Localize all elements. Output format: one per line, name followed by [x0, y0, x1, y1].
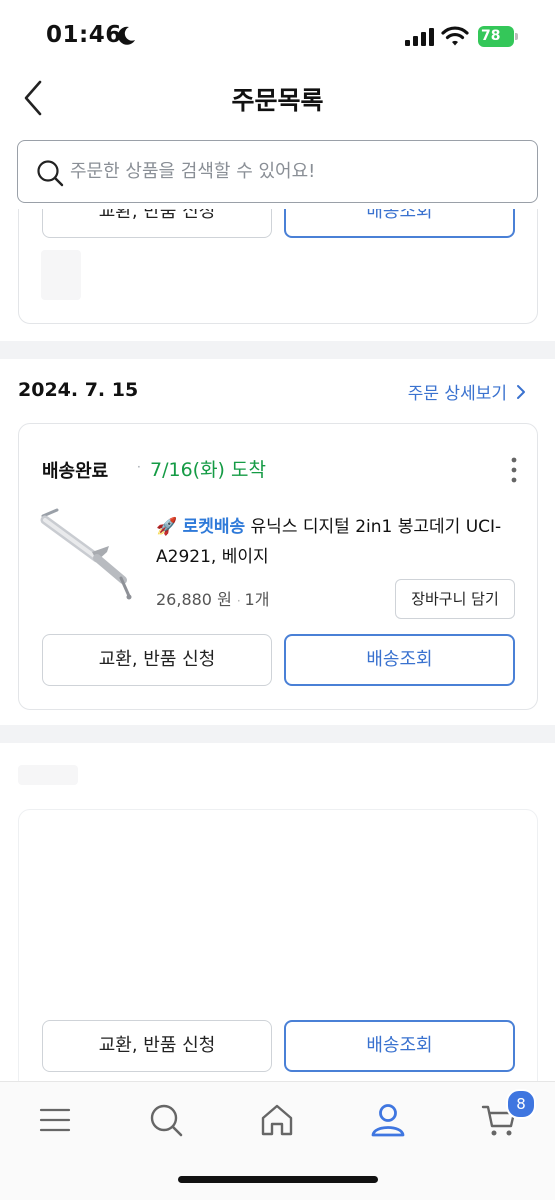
order-detail-link[interactable]: 주문 상세보기 [408, 379, 527, 404]
order-detail-label: 주문 상세보기 [407, 384, 507, 404]
status-time: 01:46 [46, 22, 122, 48]
order-card-previous: 교환, 반품 신청 배송조회 [18, 209, 538, 324]
search-input[interactable] [70, 141, 520, 202]
home-icon[interactable] [259, 1102, 295, 1138]
wifi-icon [441, 26, 469, 46]
order-list[interactable]: 교환, 반품 신청 배송조회 2024. 7. 15 주문 상세보기 배송완료 … [0, 209, 555, 1081]
date-placeholder [18, 765, 78, 785]
rocket-icon: 🚀 [156, 517, 178, 537]
cart-count-badge: 8 [506, 1089, 536, 1119]
search-bar[interactable] [17, 140, 538, 203]
product-quantity: 1개 [244, 590, 270, 609]
rocket-delivery-badge: 로켓배송 [182, 517, 246, 537]
image-placeholder [41, 250, 81, 300]
exchange-return-button[interactable]: 교환, 반품 신청 [42, 1020, 272, 1072]
arrival-date: 7/16(화) 도착 [150, 459, 266, 481]
order-date: 2024. 7. 15 [18, 379, 139, 401]
section-divider [0, 341, 555, 359]
add-to-cart-button[interactable]: 장바구니 담기 [395, 579, 515, 619]
delivery-tracking-button[interactable]: 배송조회 [284, 209, 515, 238]
product-price: 26,880 원 [156, 590, 232, 609]
cellular-signal-icon [405, 28, 434, 46]
battery-level: 78 [478, 26, 514, 47]
separator-dot: · [137, 460, 141, 474]
more-vertical-icon[interactable] [509, 456, 519, 484]
header: 주문목록 [0, 64, 555, 132]
chevron-right-icon [517, 384, 525, 399]
product-image[interactable] [37, 506, 137, 606]
order-card-next: 교환, 반품 신청 배송조회 [18, 809, 538, 1081]
section-divider [0, 725, 555, 743]
user-icon[interactable] [370, 1102, 406, 1138]
status-bar: 01:46 78 [0, 0, 555, 64]
delivery-status: 배송완료 [42, 461, 109, 482]
home-indicator [178, 1176, 378, 1183]
search-icon [37, 160, 64, 187]
price-line: 26,880 원 · 1개 [156, 590, 270, 609]
battery-icon: 78 [478, 26, 518, 47]
exchange-return-button[interactable]: 교환, 반품 신청 [42, 634, 272, 686]
delivery-tracking-button[interactable]: 배송조회 [284, 1020, 515, 1072]
page-title: 주문목록 [231, 86, 324, 115]
moon-icon [118, 26, 135, 45]
delivery-tracking-button[interactable]: 배송조회 [284, 634, 515, 686]
product-info[interactable]: 🚀 로켓배송 유닉스 디지털 2in1 봉고데기 UCI-A2921, 베이지 [156, 512, 526, 572]
order-card: 배송완료 · 7/16(화) 도착 🚀 로켓배송 유닉스 디지털 2in1 봉고… [18, 423, 538, 710]
exchange-return-button[interactable]: 교환, 반품 신청 [42, 209, 272, 238]
search-icon[interactable] [148, 1102, 184, 1138]
menu-icon[interactable] [37, 1102, 73, 1138]
